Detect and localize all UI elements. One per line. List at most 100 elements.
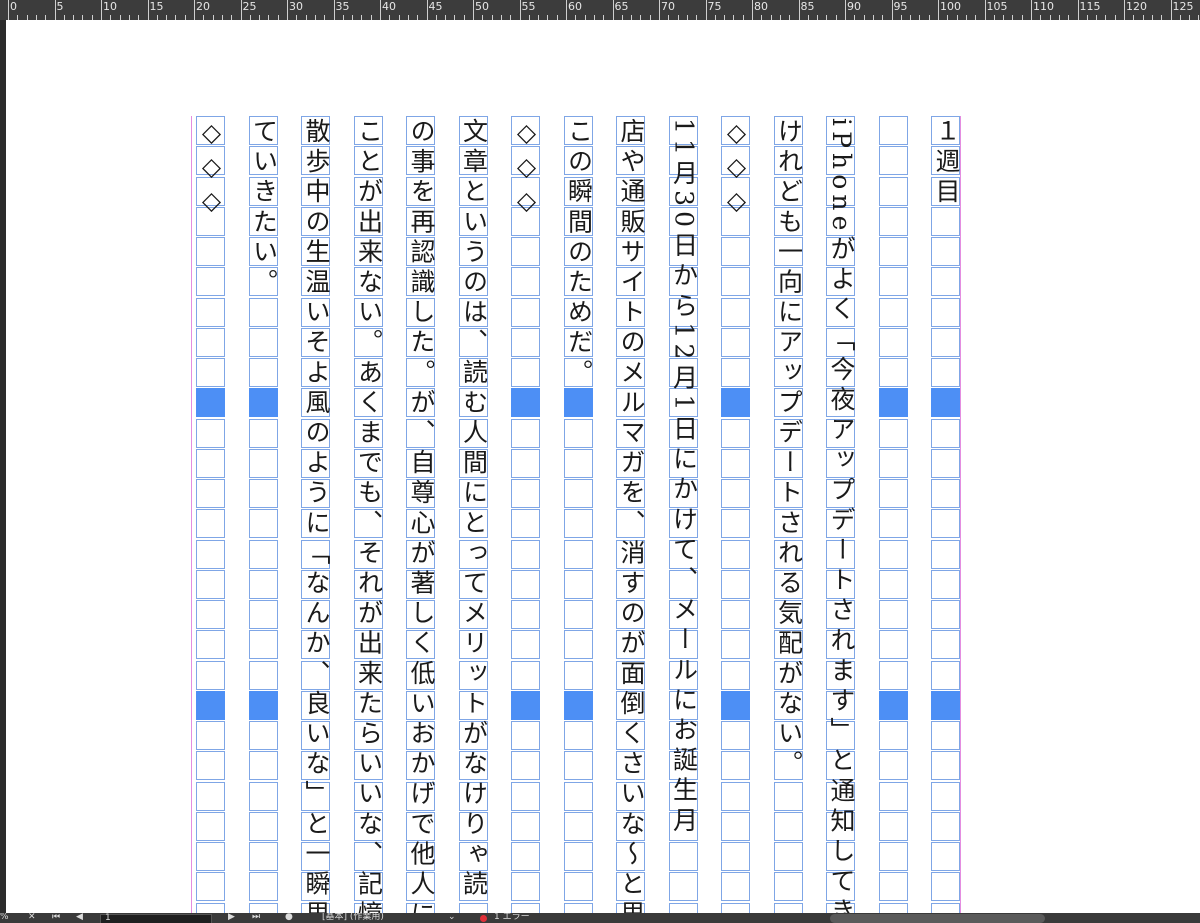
manuscript-column[interactable]: この瞬間のためだ。 [563,116,594,913]
grid-cell [931,872,960,902]
ruler-label: 95 [893,0,908,13]
grid-cell [878,600,908,629]
grid-cell [931,479,960,508]
ruler-label: 45 [428,0,443,13]
grid-cell [721,600,750,629]
grid-cell [878,781,908,811]
column-text[interactable]: 散歩中の生温いそよ風のように「なんか、良いな」と一瞬思 [301,118,331,913]
column-text[interactable]: ◇◇◇ [721,118,751,220]
grid-cell [248,327,278,357]
grid-cell [721,448,750,478]
manuscript-column[interactable]: ていきたい。 [248,116,279,913]
manuscript-column[interactable]: の事を再認識した。が、自尊心が著しく低いおかげで他人に [406,116,436,913]
ruler-tick [287,0,288,20]
ruler-label: 115 [1079,0,1101,13]
first-page-icon[interactable]: ⏮ [52,913,60,922]
grid-cell [721,509,750,539]
manuscript-column[interactable]: ◇◇◇ [511,116,541,913]
column-text[interactable]: ていきたい。 [249,118,279,299]
grid-cell [773,902,803,913]
manuscript-column[interactable]: ◇◇◇ [196,116,226,913]
margin-guide [191,116,192,913]
grid-cell [931,811,960,841]
grid-cell [563,781,593,811]
grid-cell [878,146,908,176]
manuscript-column[interactable]: ことが出来ない。あくまでも、それが出来たらいいな、記憶 [353,116,384,913]
ruler-label: 70 [661,0,675,13]
zoom-readout[interactable]: % [0,913,9,922]
column-text[interactable]: この瞬間のためだ。 [564,118,594,389]
column-text[interactable]: １週目 [931,118,961,208]
ruler-tick [54,0,56,20]
column-text[interactable]: の事を再認識した。が、自尊心が著しく低いおかげで他人に [406,118,436,913]
next-page-icon[interactable]: ▶ [228,913,235,922]
preflight-icon[interactable]: ● [285,913,293,922]
grid-cell [563,751,593,781]
ruler-label: 10 [103,0,117,13]
manuscript-column[interactable]: 店や通販サイトのメルマガを、消すのが面倒くさいな〜と思 [616,116,646,913]
grid-cell [248,600,278,629]
grid-cell [721,539,750,569]
close-icon[interactable]: ✕ [28,913,36,922]
grid-cell [511,630,540,660]
grid-cell [931,509,960,539]
grid-cell [878,358,908,387]
grid-cell [721,842,750,871]
column-text[interactable]: 文章というのは、読む人間にとってメリットがなけりゃ読 [459,118,489,901]
horizontal-ruler[interactable]: 0 5 10 15 20 25 30 35 40 45 50 55 60 65 70 75 80 85 90 95 10… [0,0,1200,21]
column-text[interactable]: ◇◇◇ [196,118,226,220]
grid-cell [511,509,540,539]
grid-cell [931,842,960,871]
manuscript-column[interactable]: 散歩中の生温いそよ風のように「なんか、良いな」と一瞬思 [301,116,331,913]
grid-cell [196,297,225,327]
grid-cell [248,842,278,871]
grid-cell [668,872,698,902]
grid-cell [773,872,803,902]
grid-cell [563,569,593,599]
grid-cell [248,751,278,781]
manuscript-column[interactable]: １週目 [931,116,961,913]
column-text[interactable]: 店や通販サイトのメルマガを、消すのが面倒くさいな〜と思 [616,118,646,913]
ruler-label: 20 [196,0,210,13]
column-text[interactable]: けれども一向にアップデートされる気配がない。 [774,118,804,780]
grid-cell [248,388,278,418]
grid-cell [248,418,278,448]
grid-cell [511,418,540,448]
ruler-label: 110 [1033,0,1054,13]
chevron-down-icon[interactable]: ⌄ [448,913,456,922]
grid-cell [196,660,225,690]
manuscript-column[interactable] [878,116,909,913]
column-text[interactable]: iPhoneがよく「今夜アップデートされます」と通知してき [826,118,856,913]
error-count[interactable]: 1 エラー [494,913,530,922]
column-text[interactable]: ◇◇◇ [511,118,541,220]
ruler-label: 100 [940,0,961,13]
page-number-field[interactable]: 1 [100,913,212,923]
grid-cell [563,690,593,720]
ruler-label: 105 [986,0,1008,13]
ruler-label: 60 [568,0,582,13]
grid-cell [196,448,225,478]
column-text[interactable]: ことが出来ない。あくまでも、それが出来たらいいな、記憶 [354,118,384,913]
manuscript-column[interactable]: 文章というのは、読む人間にとってメリットがなけりゃ読 [458,116,489,913]
grid-cell [196,630,225,660]
manuscript-column[interactable]: ◇◇◇ [721,116,751,913]
grid-cell [563,842,593,871]
grid-cell [248,297,278,327]
style-label[interactable]: [基本] (作業用) [322,913,384,922]
grid-cell [931,660,960,690]
ruler-tick [705,0,707,20]
last-page-icon[interactable]: ⏭ [252,913,260,922]
grid-cell [248,781,278,811]
grid-cell [878,872,908,902]
grid-cell [511,811,540,841]
grid-cell [721,479,750,508]
manuscript-grid[interactable]: １週目 iPhoneがよく「今夜アップデートされます」と通知してき けれども一向にア… [191,116,961,913]
manuscript-column[interactable]: 11月30日から12月1日にかけて、メールにお誕生月 [668,116,699,913]
grid-cell [878,297,908,327]
grid-cell [563,721,593,750]
column-text[interactable]: 11月30日から12月1日にかけて、メールにお誕生月 [669,118,699,837]
prev-page-icon[interactable]: ◀ [76,913,83,922]
manuscript-column[interactable]: iPhoneがよく「今夜アップデートされます」と通知してき [826,116,856,913]
manuscript-column[interactable]: けれども一向にアップデートされる気配がない。 [773,116,804,913]
horizontal-scrollbar-thumb[interactable] [830,914,1045,923]
